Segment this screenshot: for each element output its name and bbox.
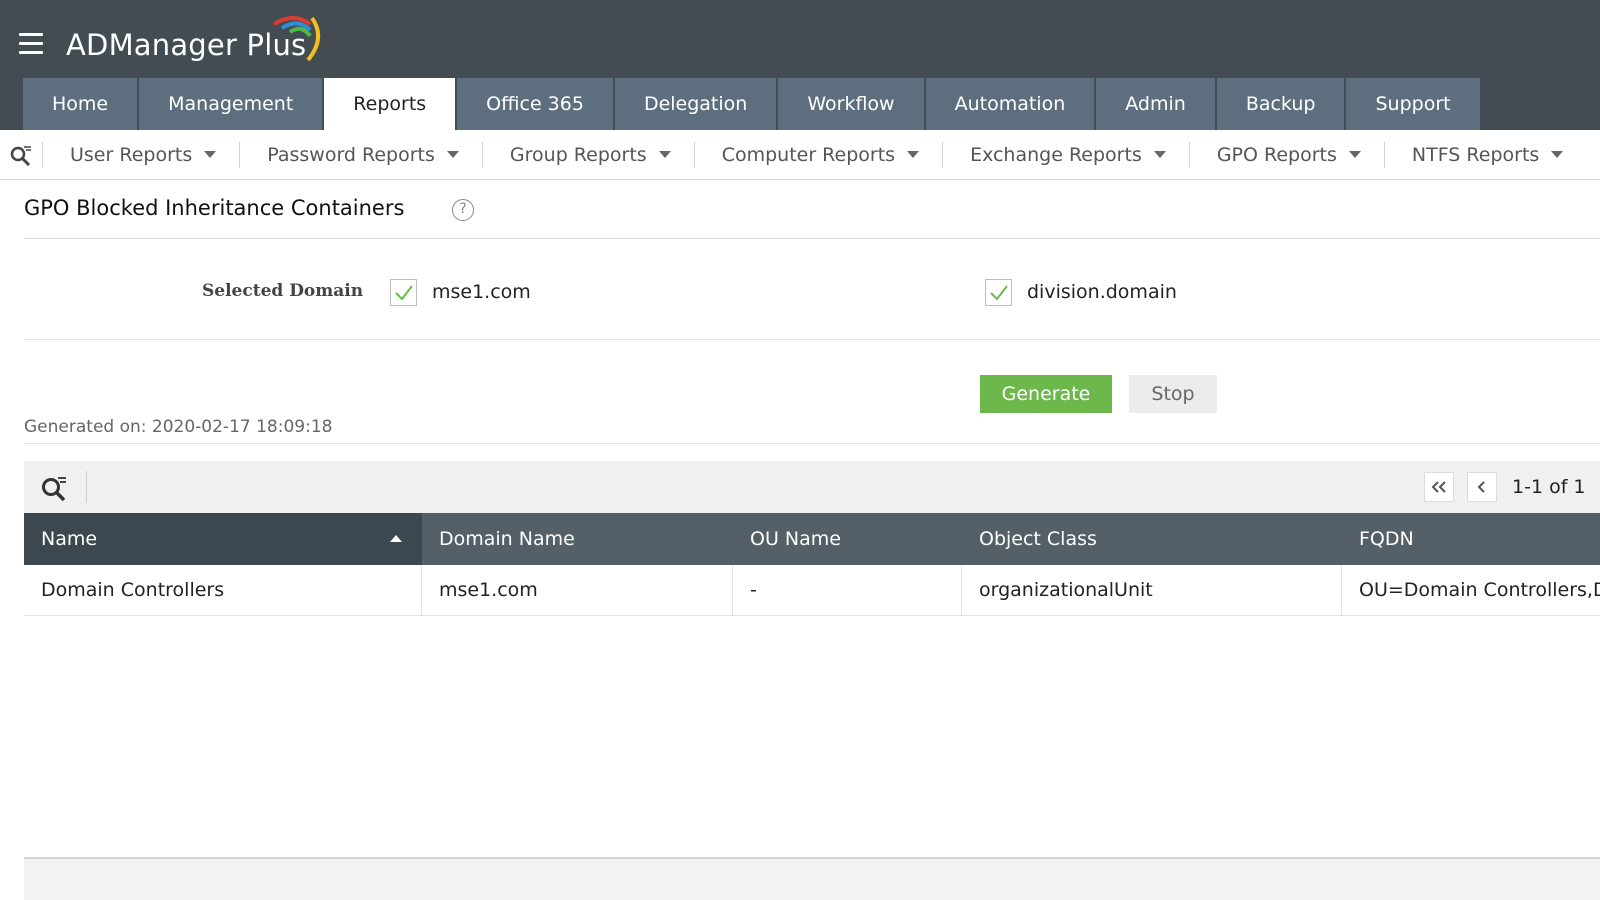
subnav-group-reports[interactable]: Group Reports: [481, 141, 694, 168]
tab-delegation[interactable]: Delegation: [614, 78, 777, 130]
double-chevron-left-icon: [1431, 481, 1446, 493]
subnav-ntfs-reports[interactable]: NTFS Reports: [1383, 141, 1586, 168]
selected-domain-label: Selected Domain: [202, 281, 364, 301]
column-label: Object Class: [979, 528, 1097, 550]
cell-ou-name: -: [733, 565, 962, 615]
tab-backup[interactable]: Backup: [1216, 78, 1345, 130]
tab-admin[interactable]: Admin: [1096, 78, 1215, 130]
column-header-name[interactable]: Name: [24, 513, 422, 565]
hamburger-menu-icon[interactable]: [19, 33, 43, 54]
table-search-icon[interactable]: [40, 474, 68, 502]
page-title: GPO Blocked Inheritance Containers: [24, 196, 405, 220]
column-label: OU Name: [750, 528, 841, 550]
first-page-button[interactable]: [1424, 472, 1454, 502]
tab-office-365[interactable]: Office 365: [457, 78, 613, 130]
toolbar-separator: [86, 471, 87, 503]
generate-button[interactable]: Generate: [980, 375, 1112, 413]
previous-page-button[interactable]: [1467, 472, 1497, 502]
subnav-computer-reports[interactable]: Computer Reports: [693, 141, 942, 168]
domain-name-mse1: mse1.com: [432, 281, 531, 303]
sort-ascending-icon: [390, 535, 402, 542]
column-header-domain-name[interactable]: Domain Name: [422, 513, 733, 565]
chevron-left-icon: [1477, 481, 1485, 493]
column-header-ou-name[interactable]: OU Name: [733, 513, 962, 565]
tab-management[interactable]: Management: [139, 78, 323, 130]
generated-on-text: Generated on: 2020-02-17 18:09:18: [24, 417, 333, 437]
top-header: ADManager Plus Home Management Reports O…: [0, 0, 1600, 130]
table-toolbar: 1-1 of 1: [24, 461, 1600, 513]
subnav-label: NTFS Reports: [1411, 143, 1540, 166]
help-icon[interactable]: ?: [452, 199, 474, 221]
cell-object-class: organizationalUnit: [962, 565, 1342, 615]
caret-down-icon: [1153, 151, 1166, 158]
subnav-user-reports[interactable]: User Reports: [42, 141, 239, 168]
domain-checkbox-mse1[interactable]: [390, 279, 417, 306]
column-header-object-class[interactable]: Object Class: [962, 513, 1342, 565]
subnav-exchange-reports[interactable]: Exchange Reports: [942, 141, 1189, 168]
subnav-search-icon[interactable]: [0, 144, 42, 166]
subnav-gpo-reports[interactable]: GPO Reports: [1188, 141, 1384, 168]
column-label: Domain Name: [439, 528, 575, 550]
caret-down-icon: [446, 151, 459, 158]
table-row[interactable]: Domain Controllers mse1.com - organizati…: [24, 565, 1600, 616]
checkmark-icon: [990, 285, 1008, 301]
column-label: FQDN: [1359, 528, 1414, 550]
cell-domain-name: mse1.com: [422, 565, 733, 615]
divider: [24, 443, 1600, 444]
subnav-label: Computer Reports: [721, 143, 896, 166]
tab-automation[interactable]: Automation: [925, 78, 1095, 130]
reports-subnav: User Reports Password Reports Group Repo…: [0, 130, 1600, 180]
footer-bar: [24, 859, 1600, 900]
tab-support[interactable]: Support: [1346, 78, 1480, 130]
domain-checkbox-division[interactable]: [985, 279, 1012, 306]
column-header-fqdn[interactable]: FQDN: [1342, 513, 1600, 565]
column-label: Name: [41, 528, 98, 550]
divider: [24, 339, 1600, 340]
caret-down-icon: [658, 151, 671, 158]
caret-down-icon: [1348, 151, 1361, 158]
caret-down-icon: [204, 151, 217, 158]
checkmark-icon: [395, 285, 413, 301]
subnav-label: Password Reports: [267, 143, 435, 166]
logo-arc-icon: [272, 16, 320, 62]
subnav-label: GPO Reports: [1216, 143, 1337, 166]
table-header: Name Domain Name OU Name Object Class FQ…: [24, 513, 1600, 565]
subnav-label: Exchange Reports: [970, 143, 1142, 166]
cell-fqdn: OU=Domain Controllers,D: [1359, 579, 1600, 601]
subnav-password-reports[interactable]: Password Reports: [239, 141, 482, 168]
cell-name: Domain Controllers: [24, 565, 422, 615]
tab-home[interactable]: Home: [23, 78, 138, 130]
domain-name-division: division.domain: [1027, 281, 1177, 303]
caret-down-icon: [907, 151, 920, 158]
tab-workflow[interactable]: Workflow: [778, 78, 924, 130]
subnav-label: Group Reports: [509, 143, 647, 166]
pagination-text: 1-1 of 1: [1512, 476, 1586, 498]
divider: [24, 238, 1600, 239]
stop-button[interactable]: Stop: [1129, 375, 1217, 413]
main-tabs: Home Management Reports Office 365 Deleg…: [23, 78, 1482, 130]
caret-down-icon: [1551, 151, 1564, 158]
subnav-label: User Reports: [70, 143, 193, 166]
tab-reports[interactable]: Reports: [324, 78, 456, 130]
app-logo[interactable]: ADManager Plus: [66, 16, 320, 62]
